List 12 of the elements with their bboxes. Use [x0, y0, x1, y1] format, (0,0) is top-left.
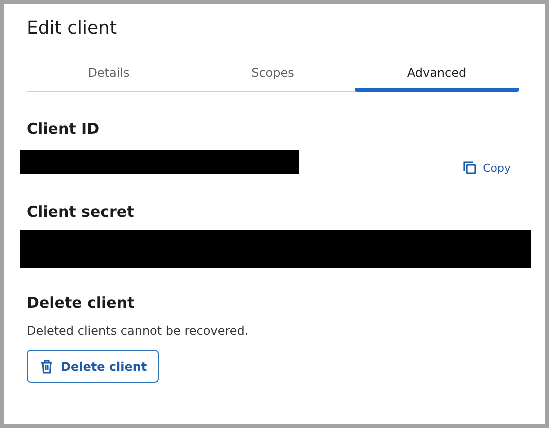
trash-icon	[41, 360, 53, 374]
section-heading: Delete client	[27, 294, 136, 312]
delete-button[interactable]: Delete client	[27, 350, 160, 383]
tab[interactable]: Details	[27, 66, 191, 92]
copy-icon	[463, 161, 478, 175]
dialog-title: Edit client	[27, 18, 118, 40]
section-heading: Client secret	[27, 203, 136, 221]
section-heading: Client ID	[27, 120, 101, 138]
tab[interactable]: Advanced	[355, 66, 519, 92]
warning-text: Deleted clients cannot be recovered.	[27, 324, 250, 338]
tab[interactable]: Scopes	[191, 66, 355, 92]
copy-button[interactable]: Copy	[461, 159, 513, 177]
